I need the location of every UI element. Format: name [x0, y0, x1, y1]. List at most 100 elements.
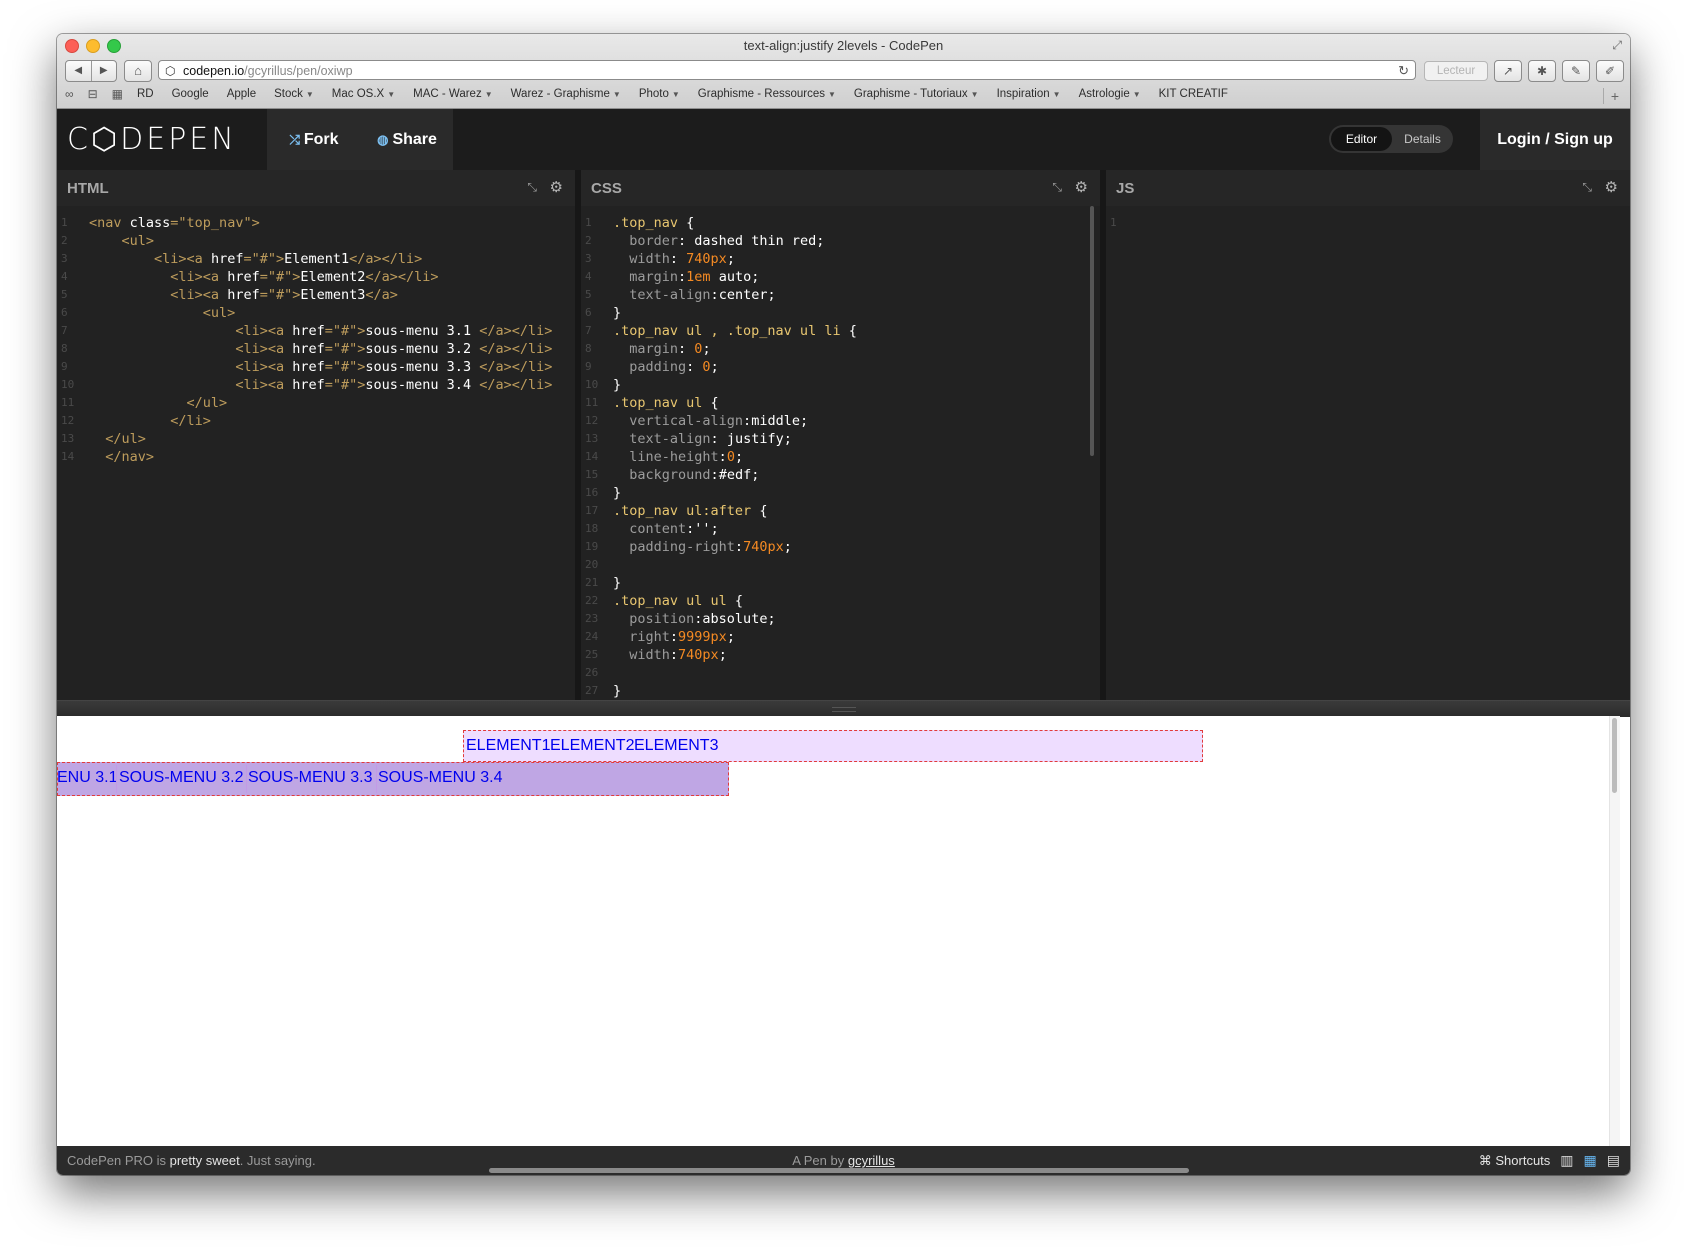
reading-list-icon[interactable]: ∞ — [65, 87, 74, 101]
horizontal-scrollbar[interactable] — [489, 1168, 1189, 1173]
preview-link-element2[interactable]: ELEMENT2 — [550, 738, 634, 754]
preview-link-element3[interactable]: ELEMENT3 — [634, 738, 718, 754]
html-pane-header: HTML ⤡ ⚙ — [57, 170, 575, 206]
bookmark-item[interactable]: MAC - Warez ▼ — [413, 88, 493, 100]
code-text: <li><a href="#">sous-menu 3.3 </a></li> — [235, 359, 553, 375]
fullscreen-icon[interactable]: ⤢ — [1612, 38, 1622, 53]
html-code-line: 11 </ul> — [57, 394, 575, 412]
line-number: 16 — [585, 486, 599, 499]
code-text: <li><a href="#">Element2</a></li> — [170, 269, 439, 285]
code-text: .top_nav ul { — [613, 395, 719, 411]
author-link[interactable]: gcyrillus — [848, 1153, 895, 1168]
bookmark-item[interactable]: Warez - Graphisme ▼ — [511, 88, 621, 100]
gear-icon[interactable]: ⚙ — [550, 178, 563, 196]
preview-link-submenu-3-2[interactable]: SOUS-MENU 3.2 — [119, 770, 243, 786]
line-number: 4 — [61, 270, 68, 283]
css-code-line: 26 — [581, 664, 1100, 682]
js-pane[interactable]: JS ⤡ ⚙ 1 — [1100, 170, 1630, 700]
expand-icon[interactable]: ⤡ — [1582, 180, 1592, 195]
css-code-line: 27} — [581, 682, 1100, 700]
expand-icon[interactable]: ⤡ — [1052, 180, 1062, 195]
css-code-editor[interactable]: 1 .top_nav {2 border: dashed thin red; 3 w… — [581, 214, 1100, 700]
layout-top-icon[interactable]: ▦ — [1584, 1146, 1597, 1175]
share-page-icon[interactable]: ↗ — [1494, 60, 1522, 82]
bookmark-item[interactable]: Graphisme - Ressources ▼ — [698, 88, 836, 100]
code-text: .top_nav ul , .top_nav ul li { — [613, 323, 857, 339]
bookmark-tool-icon[interactable]: ✐ — [1596, 60, 1624, 82]
shortcuts-button[interactable]: ⌘ Shortcuts — [1479, 1146, 1551, 1175]
layout-left-icon[interactable]: ▥ — [1560, 1146, 1573, 1175]
bookmark-item[interactable]: Graphisme - Tutoriaux ▼ — [854, 88, 979, 100]
css-code-line: 16} — [581, 484, 1100, 502]
preview-scroll-thumb[interactable] — [1612, 718, 1617, 793]
layout-right-icon[interactable]: ▤ — [1607, 1146, 1620, 1175]
address-bar[interactable]: ⬡ codepen.io/gcyrillus/pen/oxiwp ↻ — [158, 60, 1416, 80]
top-sites-grid-icon[interactable]: ▦ — [112, 87, 123, 101]
preview-link-element1[interactable]: ELEMENT1 — [466, 738, 550, 754]
preview-link-submenu-3-3[interactable]: SOUS-MENU 3.3 — [248, 770, 372, 786]
codepen-logo[interactable]: C⬡DEPEN — [57, 109, 267, 170]
gear-icon[interactable]: ⚙ — [1075, 178, 1088, 196]
login-signup-button[interactable]: Login / Sign up — [1480, 109, 1630, 170]
line-number: 12 — [585, 414, 599, 427]
css-pane[interactable]: CSS ⤡ ⚙ 1 .top_nav {2 border: dashed thin… — [575, 170, 1100, 700]
preview-resize-handle[interactable] — [57, 700, 1630, 717]
home-icon[interactable]: ⌂ — [124, 60, 152, 82]
gear-icon[interactable]: ⚙ — [1605, 178, 1618, 196]
history-navigation: ◀ ▶ — [65, 60, 117, 82]
back-arrow-icon[interactable]: ◀ — [66, 61, 92, 81]
chevron-down-icon: ▼ — [612, 90, 621, 99]
bookmark-item[interactable]: Astrologie ▼ — [1079, 88, 1141, 100]
css-code-line: 18 content:''; — [581, 520, 1100, 538]
tools-icon[interactable]: ✎ — [1562, 60, 1590, 82]
html-code-line: 2 <ul> — [57, 232, 575, 250]
bookmark-item[interactable]: Stock ▼ — [274, 88, 314, 100]
html-code-line: 13 </ul> — [57, 430, 575, 448]
line-number: 2 — [61, 234, 68, 247]
new-tab-icon[interactable]: + — [1603, 88, 1626, 104]
bookmark-item[interactable]: Google — [172, 88, 209, 100]
css-code-line: 24 right:9999px; — [581, 628, 1100, 646]
css-scrollbar[interactable] — [1090, 206, 1094, 456]
css-code-line: 2 border: dashed thin red; — [581, 232, 1100, 250]
css-pane-title: CSS — [591, 180, 622, 197]
reader-button[interactable]: Lecteur — [1424, 61, 1488, 81]
editor-tab[interactable]: Editor — [1331, 127, 1392, 151]
bookmark-label: MAC - Warez — [413, 88, 482, 100]
css-code-line: 20 — [581, 556, 1100, 574]
code-text: </nav> — [105, 449, 155, 465]
line-number: 27 — [585, 684, 599, 697]
line-number: 3 — [61, 252, 68, 265]
css-code-line: 23 position:absolute; — [581, 610, 1100, 628]
css-code-line: 14 line-height:0; — [581, 448, 1100, 466]
extension-icon[interactable]: ✱ — [1528, 60, 1556, 82]
preview-scrollbar[interactable] — [1609, 716, 1620, 1146]
bookmark-item[interactable]: KIT CREATIF — [1159, 88, 1228, 100]
reload-icon[interactable]: ↻ — [1398, 61, 1409, 81]
preview-submenu: ENU 3.1 SOUS-MENU 3.2 SOUS-MENU 3.3 SOUS… — [57, 762, 729, 796]
bookmarks-book-icon[interactable]: ⊟ — [88, 87, 98, 101]
html-pane[interactable]: HTML ⤡ ⚙ 1 <nav class="top_nav"> 2 <ul> 3 <… — [57, 170, 575, 700]
window-title: text-align:justify 2levels - CodePen — [743, 38, 944, 53]
html-code-editor[interactable]: 1 <nav class="top_nav"> 2 <ul> 3 <li><a hre… — [57, 214, 575, 466]
fork-label: Fork — [303, 131, 339, 148]
share-button[interactable]: ◍ Share — [361, 109, 453, 170]
bookmark-item[interactable]: Mac OS.X ▼ — [332, 88, 395, 100]
expand-icon[interactable]: ⤡ — [527, 180, 537, 195]
js-code-editor[interactable]: 1 — [1106, 214, 1630, 232]
bookmark-item[interactable]: Inspiration ▼ — [997, 88, 1061, 100]
bookmark-label: KIT CREATIF — [1158, 88, 1228, 100]
codepen-favicon-icon: ⬡ — [165, 64, 176, 78]
preview-link-submenu-3-4[interactable]: SOUS-MENU 3.4 — [378, 770, 502, 786]
codepen-header: C⬡DEPEN ⤮ Fork ◍ Share Editor Details Logi… — [57, 109, 1630, 170]
html-code-line: 6 <ul> — [57, 304, 575, 322]
details-tab[interactable]: Details — [1392, 132, 1453, 146]
fork-button[interactable]: ⤮ Fork — [267, 109, 361, 170]
bookmark-item[interactable]: Apple — [227, 88, 256, 100]
preview-link-submenu-3-1[interactable]: ENU 3.1 — [58, 770, 117, 786]
bookmark-item[interactable]: Photo ▼ — [639, 88, 680, 100]
forward-arrow-icon[interactable]: ▶ — [92, 61, 117, 81]
code-text: background:#edf; — [613, 467, 760, 483]
line-number: 6 — [61, 306, 68, 319]
bookmark-item[interactable]: RD — [137, 88, 154, 100]
